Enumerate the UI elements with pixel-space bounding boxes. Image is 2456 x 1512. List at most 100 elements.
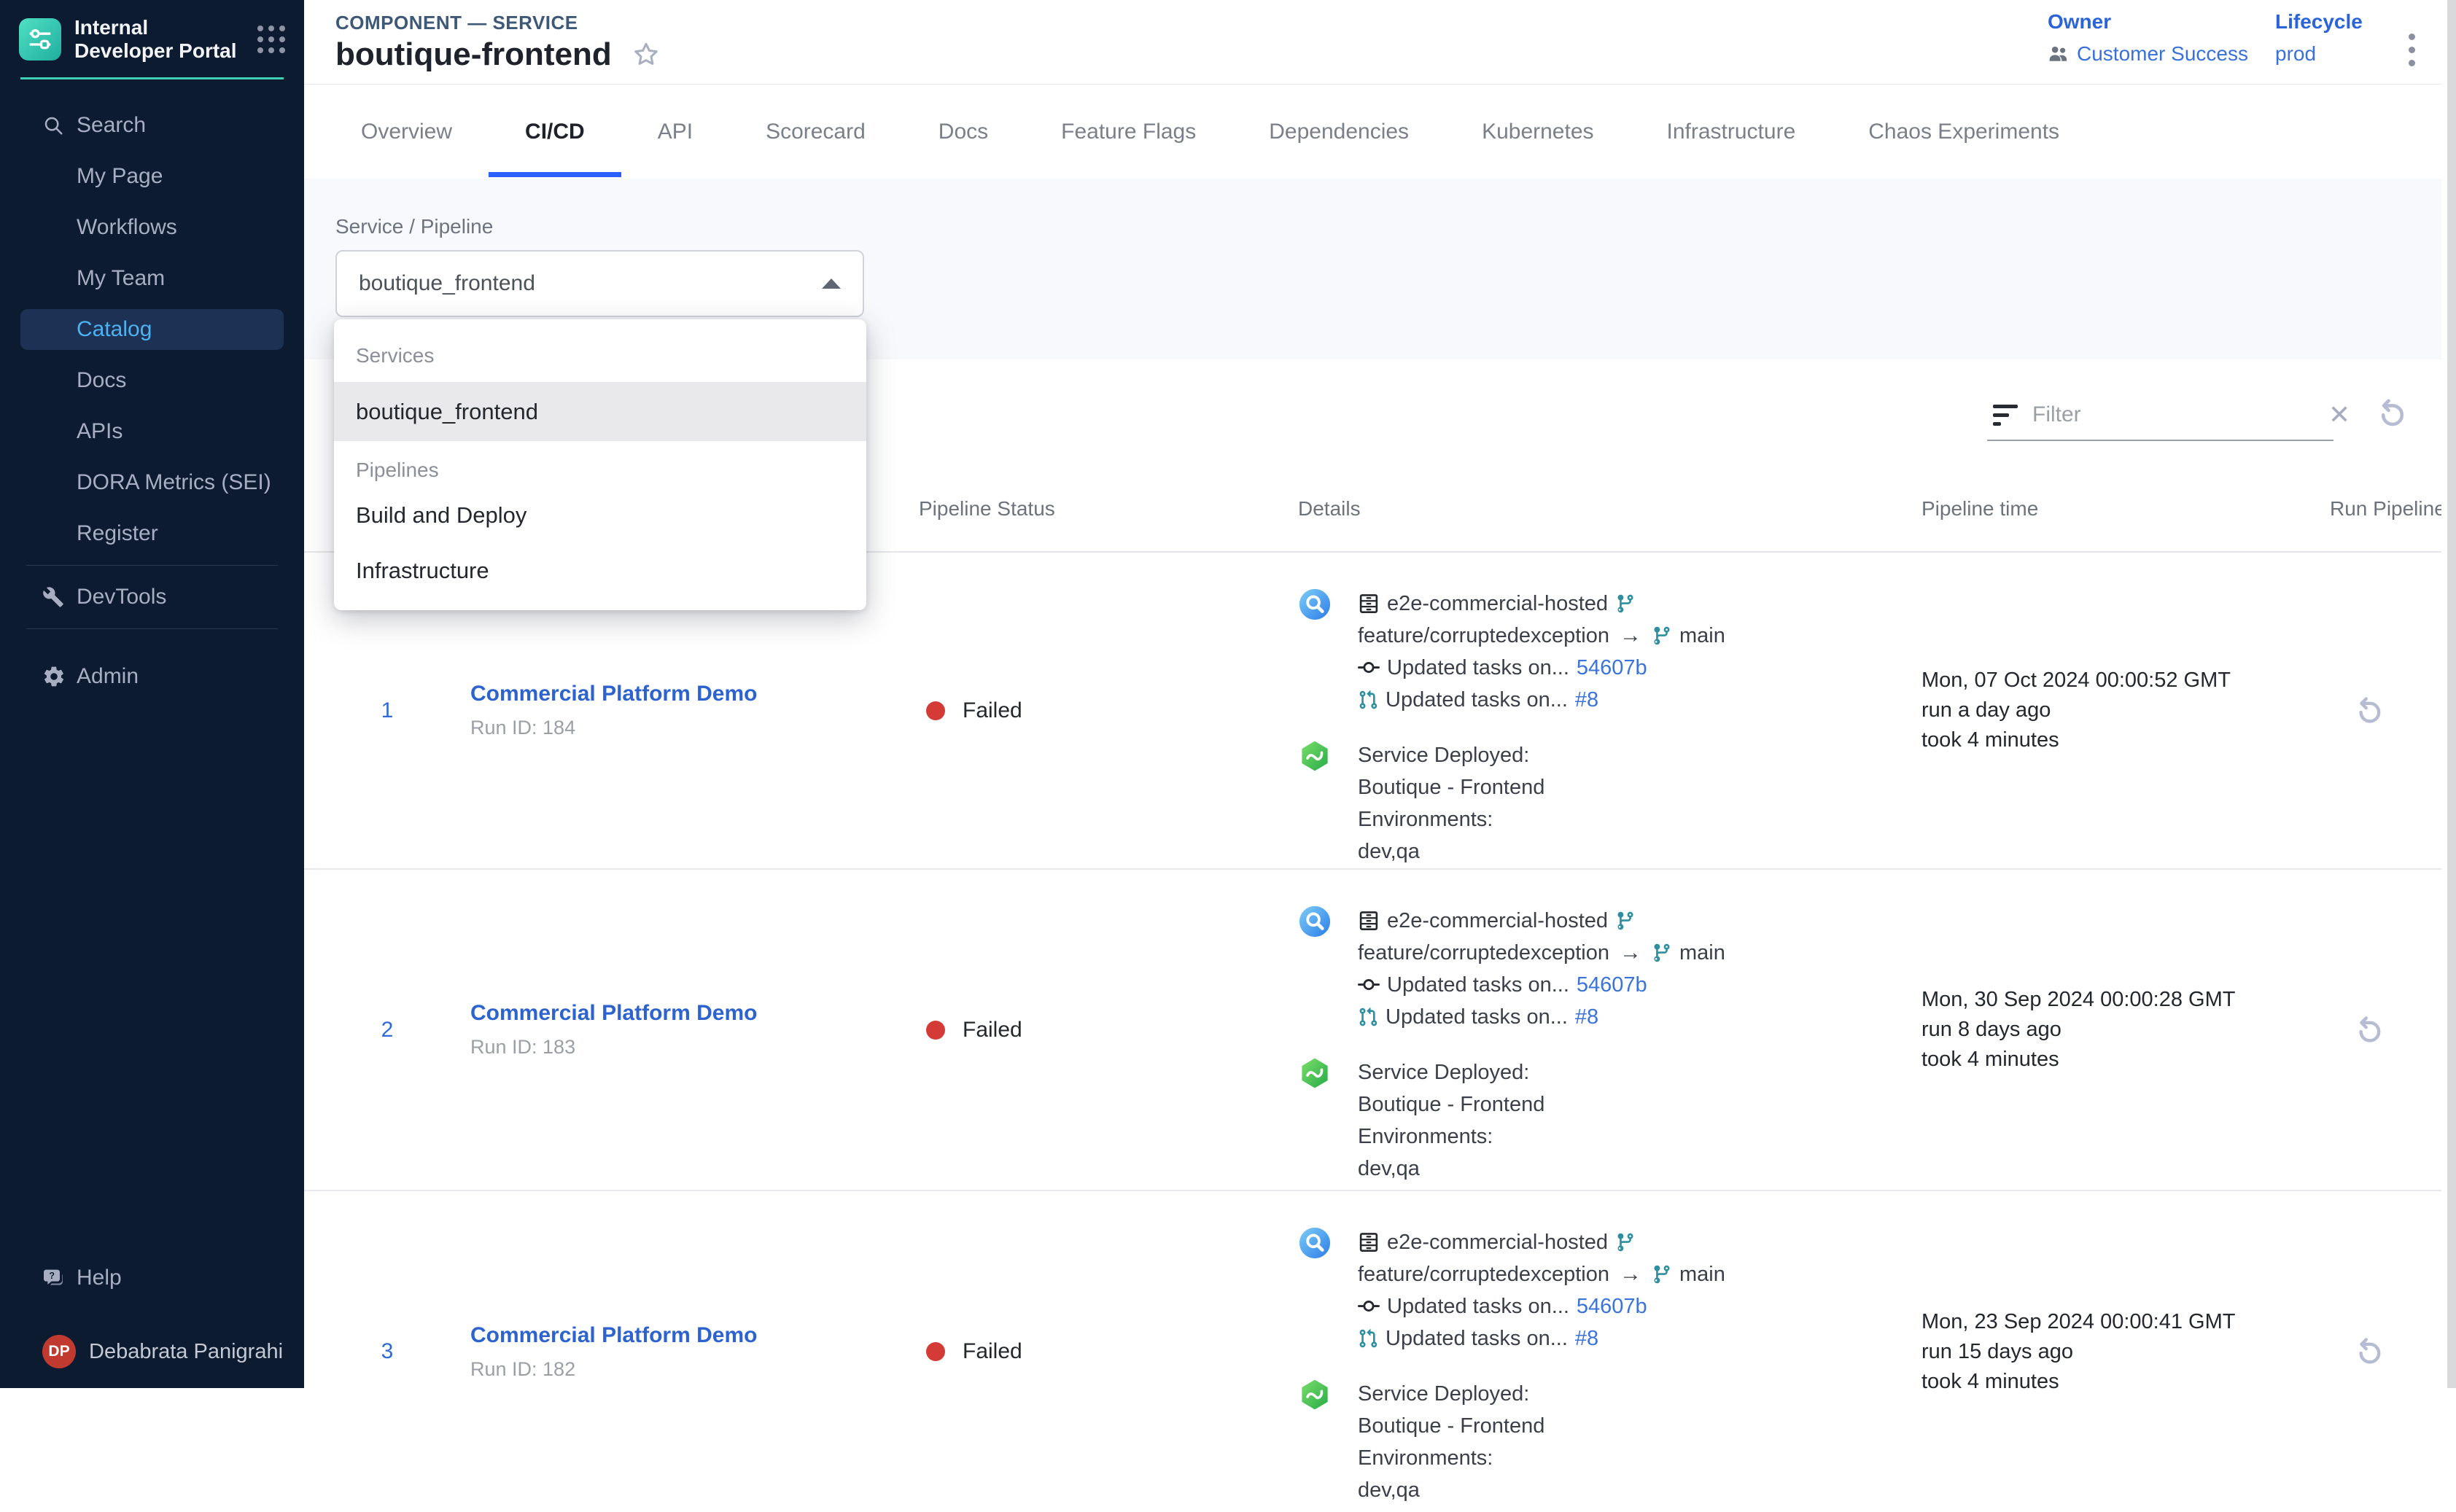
run-number-link[interactable]: 3 xyxy=(304,1339,470,1364)
pr-link[interactable]: #8 xyxy=(1575,1327,1598,1351)
favorite-star-icon[interactable] xyxy=(631,39,661,70)
details-cell: e2e-commercial-hosted feature/corruptede… xyxy=(1298,1191,1896,1512)
sidebar-item-my-page[interactable]: My Page xyxy=(0,151,304,202)
arrow-right-icon: → xyxy=(1617,940,1644,965)
sidebar-item-label: Register xyxy=(77,521,158,546)
commit-message: Updated tasks on... xyxy=(1387,656,1569,680)
sidebar-nav: Search My Page Workflows My Team Catalog… xyxy=(0,79,304,559)
entity-tabs: Overview CI/CD API Scorecard Docs Featur… xyxy=(304,85,2456,179)
select-dropdown: Services boutique_frontend Pipelines Bui… xyxy=(334,319,866,610)
details-cell: e2e-commercial-hosted feature/corruptede… xyxy=(1298,870,1896,1190)
ci-stage-icon xyxy=(1298,1226,1332,1260)
sidebar-divider xyxy=(26,565,278,566)
pipeline-time-cell: Mon, 23 Sep 2024 00:00:41 GMT run 15 day… xyxy=(1896,1307,2290,1397)
sidebar-item-help[interactable]: Help xyxy=(0,1252,304,1303)
tab-overview[interactable]: Overview xyxy=(325,85,489,179)
source-branch: feature/corruptedexception xyxy=(1358,941,1609,965)
tab-cicd[interactable]: CI/CD xyxy=(489,85,621,179)
col-pipeline-time: Pipeline time xyxy=(1896,497,2290,521)
chevron-up-icon xyxy=(822,278,841,289)
main-content: COMPONENT — SERVICE boutique-frontend Ow… xyxy=(304,0,2456,1388)
pr-link[interactable]: #8 xyxy=(1575,1005,1598,1029)
pr-link[interactable]: #8 xyxy=(1575,688,1598,712)
run-number-link[interactable]: 1 xyxy=(304,698,470,723)
people-icon xyxy=(2048,43,2070,65)
lifecycle-block: Lifecycle prod xyxy=(2275,10,2363,66)
sidebar-item-apis[interactable]: APIs xyxy=(0,406,304,457)
tab-chaos-experiments[interactable]: Chaos Experiments xyxy=(1832,85,2096,179)
wrench-icon xyxy=(42,586,64,608)
dropdown-option-boutique-frontend[interactable]: boutique_frontend xyxy=(334,383,866,441)
filter-field[interactable]: ✕ xyxy=(1987,390,2333,441)
pr-message: Updated tasks on... xyxy=(1386,1005,1568,1029)
sidebar-item-my-team[interactable]: My Team xyxy=(0,253,304,304)
user-menu[interactable]: DP Debabrata Panigrahi xyxy=(0,1325,304,1378)
git-commit-icon xyxy=(1358,974,1380,996)
service-pipeline-select[interactable]: boutique_frontend xyxy=(335,250,864,317)
dropdown-group-services: Services xyxy=(334,330,866,383)
arrow-right-icon: → xyxy=(1617,1262,1644,1287)
commit-link[interactable]: 54607b xyxy=(1577,1295,1647,1319)
lifecycle-label: Lifecycle xyxy=(2275,10,2363,34)
dropdown-option-build-and-deploy[interactable]: Build and Deploy xyxy=(334,488,866,543)
app-logo[interactable] xyxy=(19,18,61,61)
commit-link[interactable]: 54607b xyxy=(1577,656,1647,680)
repo-name: e2e-commercial-hosted xyxy=(1387,1231,1608,1255)
pull-request-icon xyxy=(1358,1328,1378,1349)
pipeline-name-link[interactable]: Commercial Platform Demo xyxy=(470,1323,919,1348)
status-cell: Failed xyxy=(919,1339,1298,1364)
sidebar-item-admin[interactable]: Admin xyxy=(0,651,304,702)
status-cell: Failed xyxy=(919,1018,1298,1043)
sidebar-item-label: Admin xyxy=(77,664,139,689)
git-branch-icon xyxy=(1615,911,1636,931)
rerun-pipeline-icon[interactable] xyxy=(2352,694,2456,728)
table-row: 3 Commercial Platform Demo Run ID: 182 F… xyxy=(304,1191,2456,1512)
run-id: Run ID: 184 xyxy=(470,717,919,739)
failed-status-dot xyxy=(926,1342,945,1361)
page-title: boutique-frontend xyxy=(335,36,612,73)
sidebar-item-workflows[interactable]: Workflows xyxy=(0,202,304,253)
sidebar-item-register[interactable]: Register xyxy=(0,508,304,559)
commit-message: Updated tasks on... xyxy=(1387,1295,1569,1319)
run-number-link[interactable]: 2 xyxy=(304,1018,470,1043)
cd-stage-icon xyxy=(1298,1056,1332,1090)
tab-docs[interactable]: Docs xyxy=(902,85,1025,179)
dropdown-group-pipelines: Pipelines xyxy=(334,441,866,488)
filter-input[interactable] xyxy=(2032,402,2314,427)
commit-link[interactable]: 54607b xyxy=(1577,973,1647,997)
tab-api[interactable]: API xyxy=(621,85,729,179)
rerun-pipeline-icon[interactable] xyxy=(2352,1013,2456,1047)
sidebar-item-search[interactable]: Search xyxy=(0,100,304,151)
tab-scorecard[interactable]: Scorecard xyxy=(729,85,902,179)
source-branch: feature/corruptedexception xyxy=(1358,624,1609,648)
run-id: Run ID: 183 xyxy=(470,1036,919,1059)
scrollbar-thumb[interactable] xyxy=(2447,0,2456,1388)
run-timestamp: Mon, 07 Oct 2024 00:00:52 GMT xyxy=(1921,666,2290,695)
status-label: Failed xyxy=(963,698,1022,723)
apps-grid-icon[interactable] xyxy=(257,26,285,53)
sidebar-item-catalog[interactable]: Catalog xyxy=(20,309,284,350)
more-options-icon[interactable] xyxy=(2404,29,2420,71)
rerun-pipeline-icon[interactable] xyxy=(2352,1335,2456,1368)
run-duration: took 4 minutes xyxy=(1921,725,2290,755)
sidebar-item-dora-metrics[interactable]: DORA Metrics (SEI) xyxy=(0,457,304,508)
tab-feature-flags[interactable]: Feature Flags xyxy=(1025,85,1232,179)
tab-dependencies[interactable]: Dependencies xyxy=(1232,85,1445,179)
sidebar-item-devtools[interactable]: DevTools xyxy=(0,572,304,623)
owner-label: Owner xyxy=(2048,10,2248,34)
page-scrollbar[interactable] xyxy=(2441,0,2456,1388)
dropdown-option-infrastructure[interactable]: Infrastructure xyxy=(334,543,866,599)
pipeline-name-link[interactable]: Commercial Platform Demo xyxy=(470,1001,919,1026)
target-branch: main xyxy=(1679,941,1725,965)
pipeline-name-link[interactable]: Commercial Platform Demo xyxy=(470,682,919,706)
sidebar-item-label: Docs xyxy=(77,368,126,393)
tab-kubernetes[interactable]: Kubernetes xyxy=(1445,85,1630,179)
refresh-icon[interactable] xyxy=(2374,396,2409,431)
tab-infrastructure[interactable]: Infrastructure xyxy=(1631,85,1833,179)
sidebar-item-docs[interactable]: Docs xyxy=(0,355,304,406)
git-branch-icon xyxy=(1652,626,1672,646)
col-pipeline-status: Pipeline Status xyxy=(919,497,1298,521)
owner-link[interactable]: Customer Success xyxy=(2077,42,2248,66)
clear-filter-icon[interactable]: ✕ xyxy=(2328,402,2350,428)
search-icon xyxy=(42,114,64,136)
